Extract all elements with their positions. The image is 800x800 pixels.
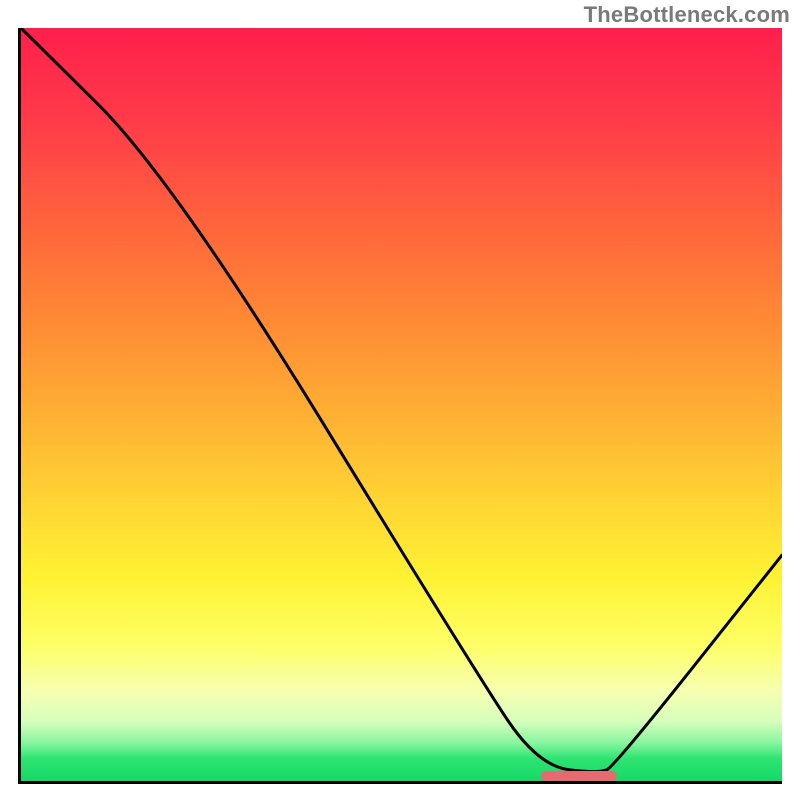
optimum-marker [541,771,617,781]
bottleneck-curve-path [21,28,782,772]
chart-curve-svg [21,28,782,781]
watermark-text: TheBottleneck.com [584,2,790,28]
chart-plot-area [18,28,782,784]
